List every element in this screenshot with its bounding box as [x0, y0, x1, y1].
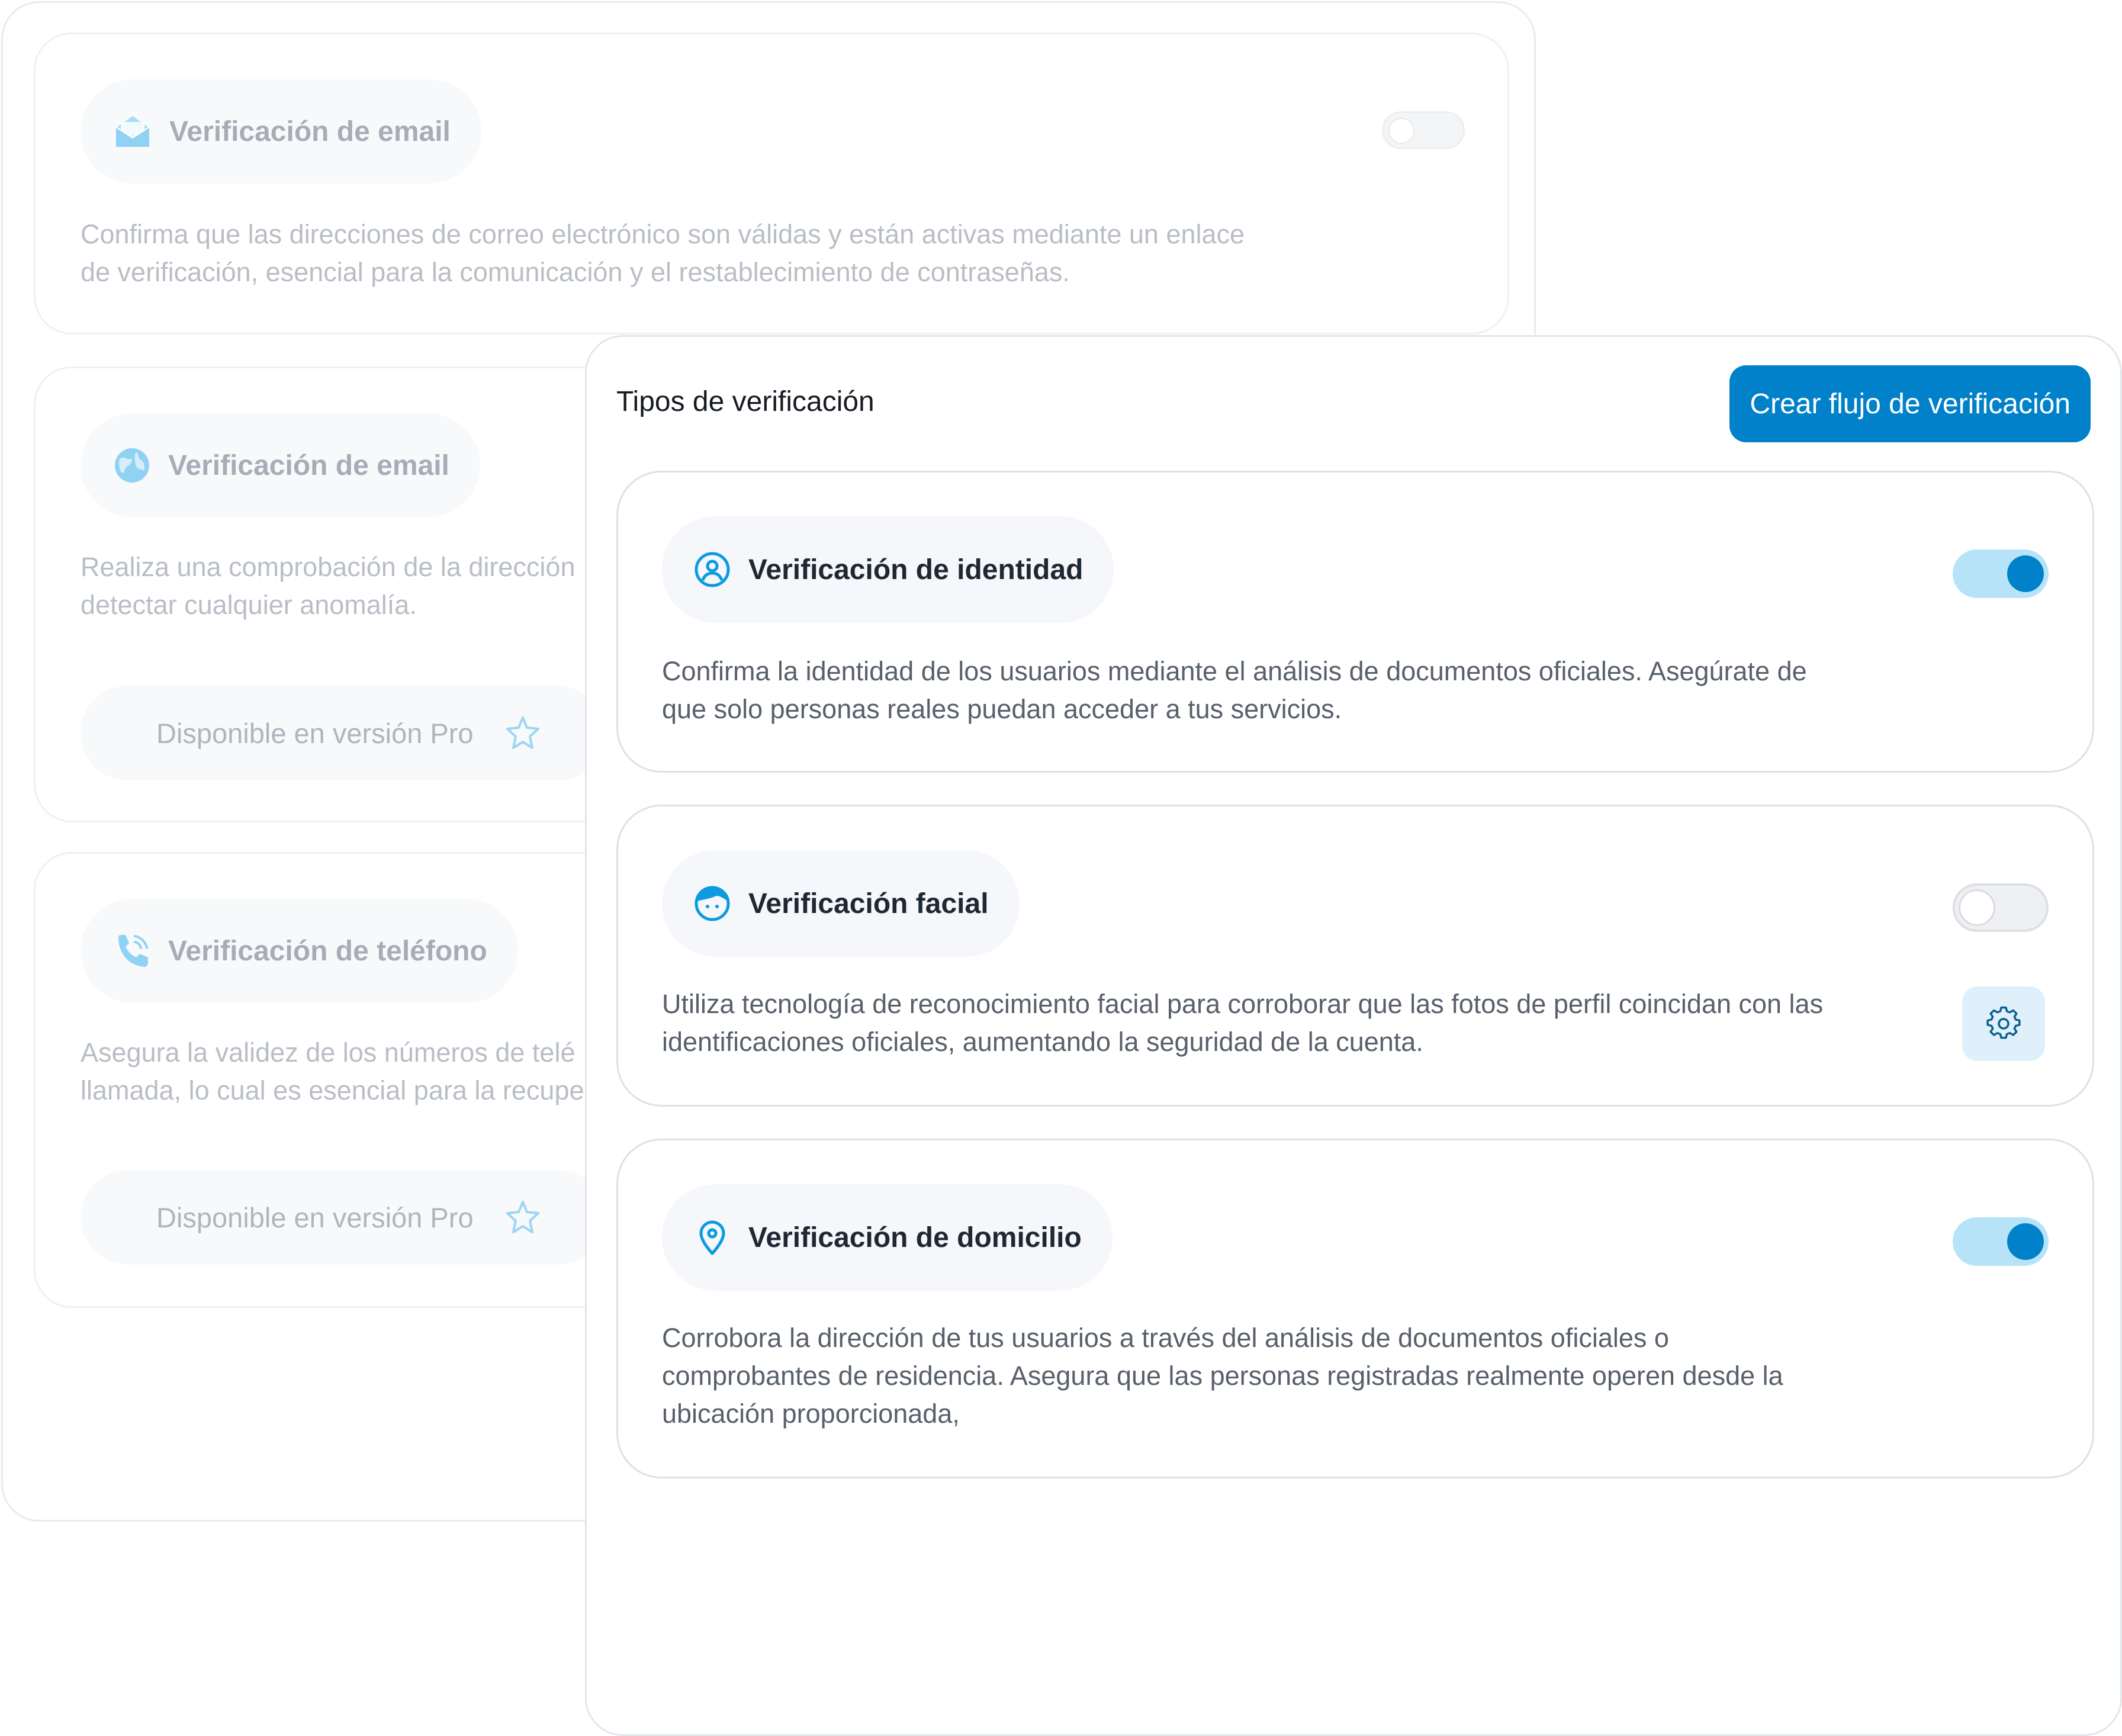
verification-types-panel: Tipos de verificación Crear flujo de ver… [585, 335, 2122, 1736]
toggle-knob [2007, 555, 2044, 592]
face-icon [694, 885, 731, 922]
pro-label: Disponible en versión Pro [156, 717, 474, 749]
bg-card-description: Confirma que las direcciones de correo e… [81, 216, 1336, 291]
facial-settings-button[interactable] [1962, 986, 2045, 1061]
description-line: Confirma que las direcciones de correo e… [81, 219, 1245, 249]
card-title: Verificación facial [748, 888, 989, 920]
bg-card-title: Verificación de email [169, 115, 451, 147]
description-line: identificaciones oficiales, aumentando l… [662, 1027, 1423, 1057]
pro-badge: Disponible en versión Pro [81, 1170, 605, 1265]
description-line: Utiliza tecnología de reconocimiento fac… [662, 989, 1824, 1019]
description-line: de verificación, esencial para la comuni… [81, 257, 1070, 287]
card-address-verification: Verificación de domicilio Corrobora la d… [616, 1139, 2094, 1478]
card-identity-verification: Verificación de identidad Confirma la id… [616, 471, 2094, 773]
gear-icon [1986, 1006, 2021, 1041]
phone-icon [114, 933, 150, 969]
bg-card-title: Verificación de email [168, 449, 449, 481]
globe-icon [114, 447, 150, 484]
description-line: Corrobora la dirección de tus usuarios a… [662, 1323, 1669, 1353]
bg-card-header: Verificación de email [81, 79, 481, 184]
address-toggle[interactable] [1953, 1217, 2049, 1266]
description-line: Confirma la identidad de los usuarios me… [662, 656, 1807, 686]
bg-card-header: Verificación de teléfono [81, 899, 518, 1003]
card-facial-verification: Verificación facial Utiliza tecnología d… [616, 805, 2094, 1107]
bg-card-header: Verificación de email [81, 413, 480, 517]
star-icon [504, 1200, 541, 1235]
bg-card-email: Verificación de email Confirma que las d… [34, 33, 1509, 335]
card-header: Verificación facial [662, 850, 1020, 957]
map-pin-icon [694, 1219, 731, 1256]
card-header: Verificación de identidad [662, 516, 1114, 623]
card-description: Utiliza tecnología de reconocimiento fac… [662, 985, 1882, 1061]
page-title: Tipos de verificación [616, 386, 874, 417]
card-title: Verificación de domicilio [748, 1221, 1082, 1253]
bg-card-title: Verificación de teléfono [168, 935, 487, 967]
card-description: Corrobora la dirección de tus usuarios a… [662, 1319, 1882, 1433]
create-flow-button[interactable]: Crear flujo de verificación [1729, 365, 2091, 442]
user-circle-icon [694, 551, 731, 588]
bg-email-toggle[interactable] [1382, 111, 1465, 149]
facial-toggle[interactable] [1953, 883, 2049, 932]
description-line: comprobantes de residencia. Asegura que … [662, 1361, 1783, 1391]
star-icon [504, 715, 541, 751]
toggle-knob [1959, 889, 1995, 926]
identity-toggle[interactable] [1953, 549, 2049, 598]
pro-label: Disponible en versión Pro [156, 1201, 474, 1233]
description-line: ubicación proporcionada, [662, 1399, 960, 1429]
card-description: Confirma la identidad de los usuarios me… [662, 652, 1882, 728]
card-title: Verificación de identidad [748, 554, 1083, 586]
pro-badge: Disponible en versión Pro [81, 686, 605, 780]
description-line: que solo personas reales puedan acceder … [662, 694, 1342, 724]
card-header: Verificación de domicilio [662, 1184, 1113, 1291]
envelope-icon [114, 114, 152, 149]
toggle-knob [2007, 1223, 2044, 1260]
